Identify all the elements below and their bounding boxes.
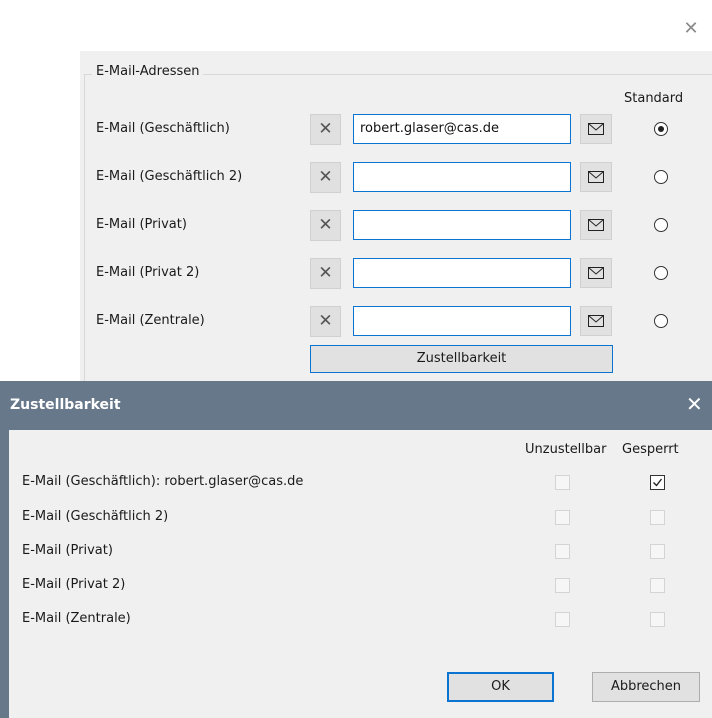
unzustellbar-checkbox-zentrale[interactable]	[555, 612, 570, 627]
clear-button-geschaeftlich-2[interactable]: ✕	[310, 162, 341, 193]
envelope-icon	[588, 219, 604, 231]
close-icon: ✕	[318, 167, 333, 187]
standard-radio-zentrale[interactable]	[654, 314, 668, 328]
email-input-privat-2[interactable]	[353, 258, 571, 288]
clear-button-geschaeftlich[interactable]: ✕	[310, 114, 341, 145]
close-icon: ✕	[318, 215, 333, 235]
email-input-geschaeftlich[interactable]: robert.glaser@cas.de	[353, 114, 571, 144]
column-header-gesperrt: Gesperrt	[622, 442, 679, 457]
standard-radio-geschaeftlich-2[interactable]	[654, 170, 668, 184]
send-mail-button-geschaeftlich[interactable]	[580, 114, 612, 144]
dialog-row-label: E-Mail (Privat)	[22, 543, 113, 558]
cancel-button[interactable]: Abbrechen	[592, 672, 700, 702]
unzustellbar-checkbox-geschaeftlich-2[interactable]	[555, 510, 570, 525]
envelope-icon	[588, 267, 604, 279]
window-close-icon[interactable]: ✕	[683, 20, 699, 38]
dialog-left-border	[0, 430, 9, 718]
column-header-unzustellbar: Unzustellbar	[525, 442, 607, 457]
unzustellbar-checkbox-privat[interactable]	[555, 544, 570, 559]
unzustellbar-checkbox-privat-2[interactable]	[555, 578, 570, 593]
dialog-row-label: E-Mail (Privat 2)	[22, 577, 126, 592]
email-input-geschaeftlich-2[interactable]	[353, 162, 571, 192]
dialog-row-label: E-Mail (Geschäftlich 2)	[22, 509, 169, 524]
close-icon: ✕	[318, 119, 333, 139]
dialog-row-label: E-Mail (Geschäftlich): robert.glaser@cas…	[22, 474, 304, 489]
gesperrt-checkbox-zentrale[interactable]	[650, 612, 665, 627]
envelope-icon	[588, 123, 604, 135]
gesperrt-checkbox-privat-2[interactable]	[650, 578, 665, 593]
clear-button-zentrale[interactable]: ✕	[310, 306, 341, 337]
zustellbarkeit-button[interactable]: Zustellbarkeit	[310, 345, 613, 373]
send-mail-button-privat[interactable]	[580, 210, 612, 240]
envelope-icon	[588, 171, 604, 183]
gesperrt-checkbox-privat[interactable]	[650, 544, 665, 559]
unzustellbar-checkbox-geschaeftlich[interactable]	[555, 475, 570, 490]
group-legend: E-Mail-Adressen	[92, 64, 204, 79]
zustellbarkeit-dialog: Zustellbarkeit ✕ Unzustellbar Gesperrt E…	[0, 381, 712, 718]
close-icon: ✕	[318, 263, 333, 283]
dialog-row-label: E-Mail (Zentrale)	[22, 611, 131, 626]
clear-button-privat-2[interactable]: ✕	[310, 258, 341, 289]
send-mail-button-geschaeftlich-2[interactable]	[580, 162, 612, 192]
ok-button[interactable]: OK	[447, 672, 554, 702]
send-mail-button-zentrale[interactable]	[580, 306, 612, 336]
gesperrt-checkbox-geschaeftlich-2[interactable]	[650, 510, 665, 525]
standard-column-header: Standard	[624, 91, 684, 106]
email-input-zentrale[interactable]	[353, 306, 571, 336]
email-label-privat: E-Mail (Privat)	[96, 217, 187, 232]
envelope-icon	[588, 315, 604, 327]
standard-radio-privat-2[interactable]	[654, 266, 668, 280]
dialog-close-icon[interactable]: ✕	[686, 394, 703, 414]
close-icon: ✕	[318, 311, 333, 331]
standard-radio-geschaeftlich[interactable]	[654, 122, 668, 136]
clear-button-privat[interactable]: ✕	[310, 210, 341, 241]
dialog-title: Zustellbarkeit	[10, 397, 121, 413]
send-mail-button-privat-2[interactable]	[580, 258, 612, 288]
email-input-privat[interactable]	[353, 210, 571, 240]
dialog-title-bar[interactable]: Zustellbarkeit ✕	[0, 381, 712, 430]
group-border-left	[84, 74, 85, 384]
checkmark-icon	[653, 478, 663, 487]
email-label-zentrale: E-Mail (Zentrale)	[96, 313, 205, 328]
email-label-privat-2: E-Mail (Privat 2)	[96, 265, 200, 280]
gesperrt-checkbox-geschaeftlich[interactable]	[650, 475, 665, 490]
email-label-geschaeftlich-2: E-Mail (Geschäftlich 2)	[96, 169, 243, 184]
email-label-geschaeftlich: E-Mail (Geschäftlich)	[96, 121, 230, 136]
standard-radio-privat[interactable]	[654, 218, 668, 232]
